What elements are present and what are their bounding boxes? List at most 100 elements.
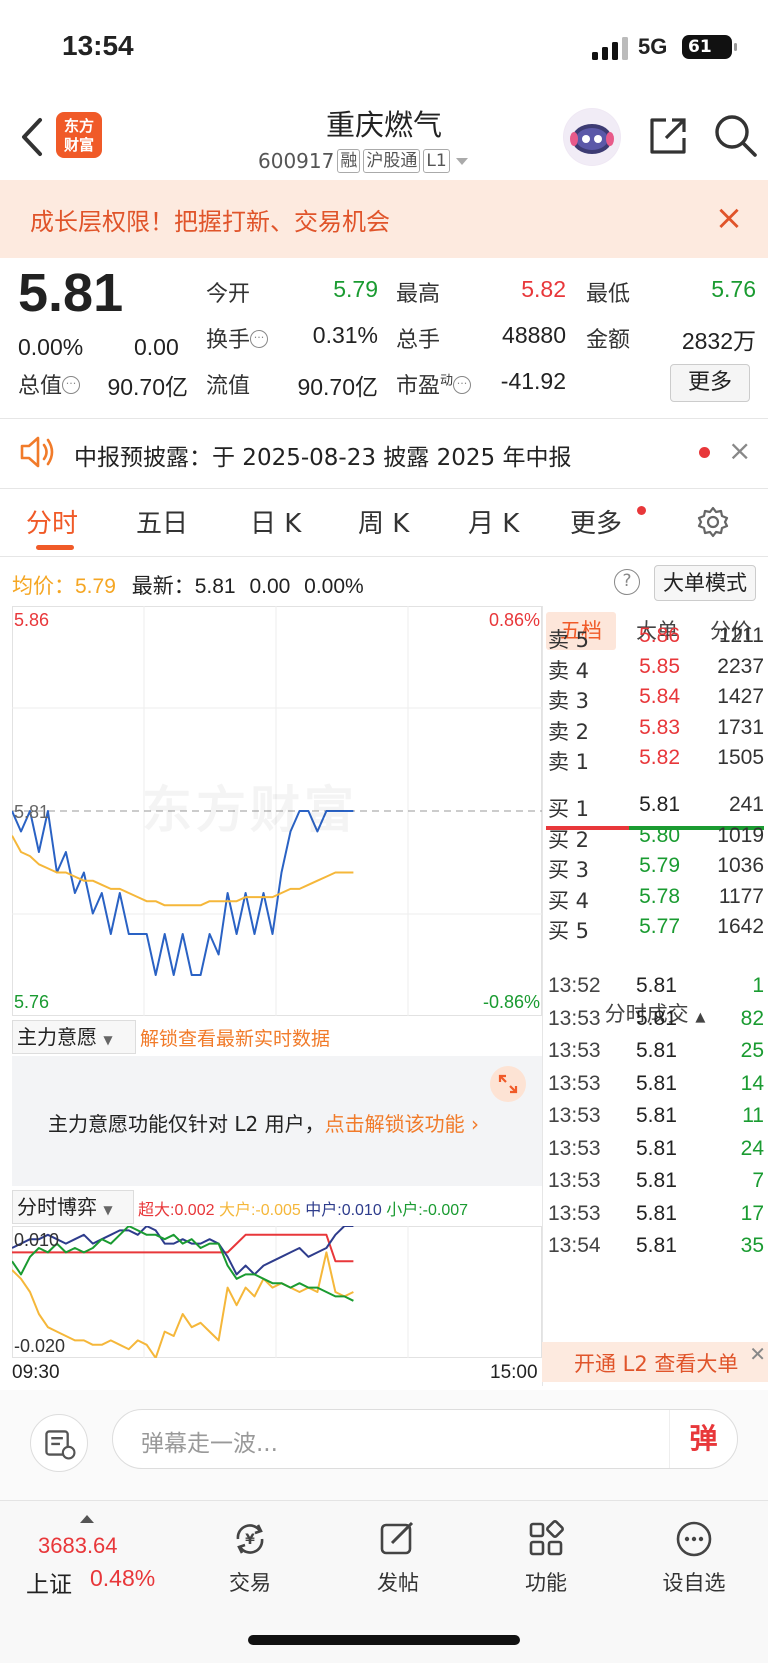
tick-time: 13:53	[548, 1104, 601, 1127]
danmu-bar: 弹幕走一波... 弹	[0, 1390, 768, 1500]
tick-price: 5.81	[636, 1201, 677, 1225]
info-icon[interactable]: ···	[453, 376, 472, 394]
danmu-list-icon[interactable]	[30, 1414, 88, 1472]
l2-promo-bar[interactable]: 开通 L2 查看大单 ✕	[542, 1342, 768, 1382]
fund-game-select[interactable]: 分时博弈 ▼	[12, 1190, 134, 1224]
tab-five-day[interactable]: 五日	[136, 503, 188, 540]
bid-price: 5.79	[639, 854, 680, 877]
robot-assistant-icon[interactable]	[563, 108, 621, 166]
main-intent-select-label: 主力意愿	[17, 1025, 97, 1049]
tab-intraday[interactable]: 分时	[26, 503, 78, 540]
active-tab-indicator	[36, 545, 74, 550]
main-intent-select[interactable]: 主力意愿 ▼	[12, 1020, 136, 1054]
more-quote-button[interactable]: 更多	[670, 364, 750, 402]
legend-medium-value: 0.010	[341, 1202, 382, 1219]
nav-functions-label: 功能	[525, 1571, 567, 1595]
pe-label: 市盈动 ···	[396, 368, 472, 400]
tick-time: 13:53	[548, 1201, 601, 1225]
fund-game-chart[interactable]: 0.010 -0.020	[12, 1226, 542, 1358]
stock-name: 重庆燃气	[325, 108, 442, 142]
promo-banner[interactable]: 成长层权限！把握打新、交易机会 ×	[0, 180, 768, 258]
tab-daily-k[interactable]: 日 K	[250, 503, 301, 540]
change-percent: 0.00%	[18, 334, 84, 360]
divider	[0, 418, 768, 419]
y-label-bottom: 5.76	[14, 992, 49, 1012]
network-label: 5G	[638, 34, 668, 59]
tick-time: 13:53	[548, 1169, 601, 1192]
nav-functions[interactable]: 功能	[496, 1519, 596, 1597]
ask-row[interactable]: 卖 4 5.85 2237	[548, 655, 764, 687]
index-value[interactable]: 3683.64	[38, 1533, 118, 1559]
close-icon[interactable]: ✕	[749, 1342, 766, 1366]
ask-volume: 1731	[717, 715, 764, 739]
price-chart-series-1	[12, 835, 354, 907]
expand-icon[interactable]	[490, 1066, 526, 1102]
high-label: 最高	[396, 282, 441, 307]
l2-promo-text: 开通 L2 查看大单	[574, 1352, 739, 1376]
caret-down-icon	[455, 158, 468, 165]
nav-watchlist[interactable]: 设自选	[644, 1519, 744, 1597]
search-icon[interactable]	[712, 112, 758, 158]
legend-super-large: 超大:0.002	[138, 1202, 215, 1219]
danmu-send-button[interactable]: 弹	[669, 1410, 737, 1468]
game-y-label-top: 0.010	[14, 1230, 59, 1250]
ask-row[interactable]: 卖 1 5.82 1505	[548, 746, 764, 778]
tick-row: 13:53 5.81 25	[548, 1039, 764, 1073]
chart-info-row: 均价：5.79 最新：5.81 0.00 0.00%	[12, 570, 364, 600]
bid-row[interactable]: 买 2 5.80 1019	[548, 824, 764, 856]
back-arrow-icon[interactable]	[18, 112, 48, 162]
tab-weekly-k[interactable]: 周 K	[358, 503, 409, 540]
bid-row[interactable]: 买 4 5.78 1177	[548, 885, 764, 917]
logo-line-1: 东方	[63, 117, 94, 135]
bid-row[interactable]: 买 1 5.81 241	[548, 793, 764, 825]
intent-unlock-button[interactable]: 点击解锁该功能	[325, 1112, 465, 1136]
caret-down-icon: ▼	[103, 1033, 113, 1047]
stock-code-row[interactable]: 600917 融 沪股通 L1	[258, 146, 471, 176]
notice-text[interactable]: 中报预披露：于 2025-08-23 披露 2025 年中报	[74, 438, 571, 472]
share-icon[interactable]	[646, 114, 690, 158]
big-order-mode-button[interactable]: 大单模式	[654, 565, 756, 601]
order-book-panel: 五档 大单 分价 卖 5 5.86 1211 卖 4 5.85 2237 卖 3 5.84 14…	[542, 606, 768, 1386]
intent-unlock-link[interactable]: 解锁查看最新实时数据	[140, 1024, 330, 1051]
danmu-input[interactable]: 弹幕走一波... 弹	[112, 1409, 738, 1469]
info-icon[interactable]: ···	[250, 330, 269, 348]
nav-post-label: 发帖	[377, 1571, 419, 1595]
nav-post[interactable]: 发帖	[348, 1519, 448, 1597]
bid-row[interactable]: 买 5 5.77 1642	[548, 915, 764, 947]
info-icon[interactable]: ···	[62, 376, 81, 394]
bid-label: 买 1	[548, 797, 590, 821]
index-name[interactable]: 上证	[26, 1565, 72, 1599]
tab-monthly-k[interactable]: 月 K	[468, 503, 519, 540]
tick-time: 13:53	[548, 1071, 601, 1095]
tab-more[interactable]: 更多	[570, 503, 622, 540]
help-icon[interactable]: ?	[614, 569, 640, 595]
ask-row[interactable]: 卖 3 5.84 1427	[548, 685, 764, 717]
turnover-value: 0.31%	[312, 322, 378, 348]
close-icon[interactable]: ×	[728, 434, 751, 467]
tick-volume: 35	[740, 1234, 764, 1257]
index-change[interactable]: 0.48%	[90, 1565, 155, 1592]
ask-price: 5.86	[639, 624, 680, 647]
ask-label: 卖 2	[548, 719, 590, 744]
ask-row[interactable]: 卖 2 5.83 1731	[548, 716, 764, 748]
close-icon[interactable]: ×	[714, 198, 744, 238]
legend-large-value: -0.005	[255, 1202, 301, 1219]
status-clock: 13:54	[62, 30, 134, 61]
bid-row[interactable]: 买 3 5.79 1036	[548, 854, 764, 886]
nav-trade[interactable]: ¥ 交易	[200, 1519, 300, 1597]
bid-volume: 241	[728, 793, 764, 816]
market-cap-label-text: 总值	[18, 374, 63, 399]
latest-change: 0.00	[249, 575, 291, 598]
ask-row[interactable]: 卖 5 5.86 1211	[548, 624, 764, 656]
game-y-label-bottom: -0.020	[14, 1336, 65, 1356]
intent-message: 主力意愿功能仅针对 L2 用户，点击解锁该功能 ›	[48, 1108, 479, 1137]
fund-game-legend: 超大:0.002 大户:-0.005 中户:0.010 小户:-0.007	[138, 1196, 468, 1220]
avg-price-value: 5.79	[75, 575, 116, 598]
tick-price: 5.81	[636, 1234, 677, 1257]
bid-volume: 1642	[717, 915, 764, 938]
tick-row: 13:53 5.81 7	[548, 1169, 764, 1203]
avg-price-label: 均价：	[12, 575, 75, 598]
settings-gear-icon[interactable]	[696, 505, 730, 539]
bid-volume: 1019	[717, 823, 764, 847]
fund-game-select-label: 分时博弈	[17, 1195, 97, 1219]
